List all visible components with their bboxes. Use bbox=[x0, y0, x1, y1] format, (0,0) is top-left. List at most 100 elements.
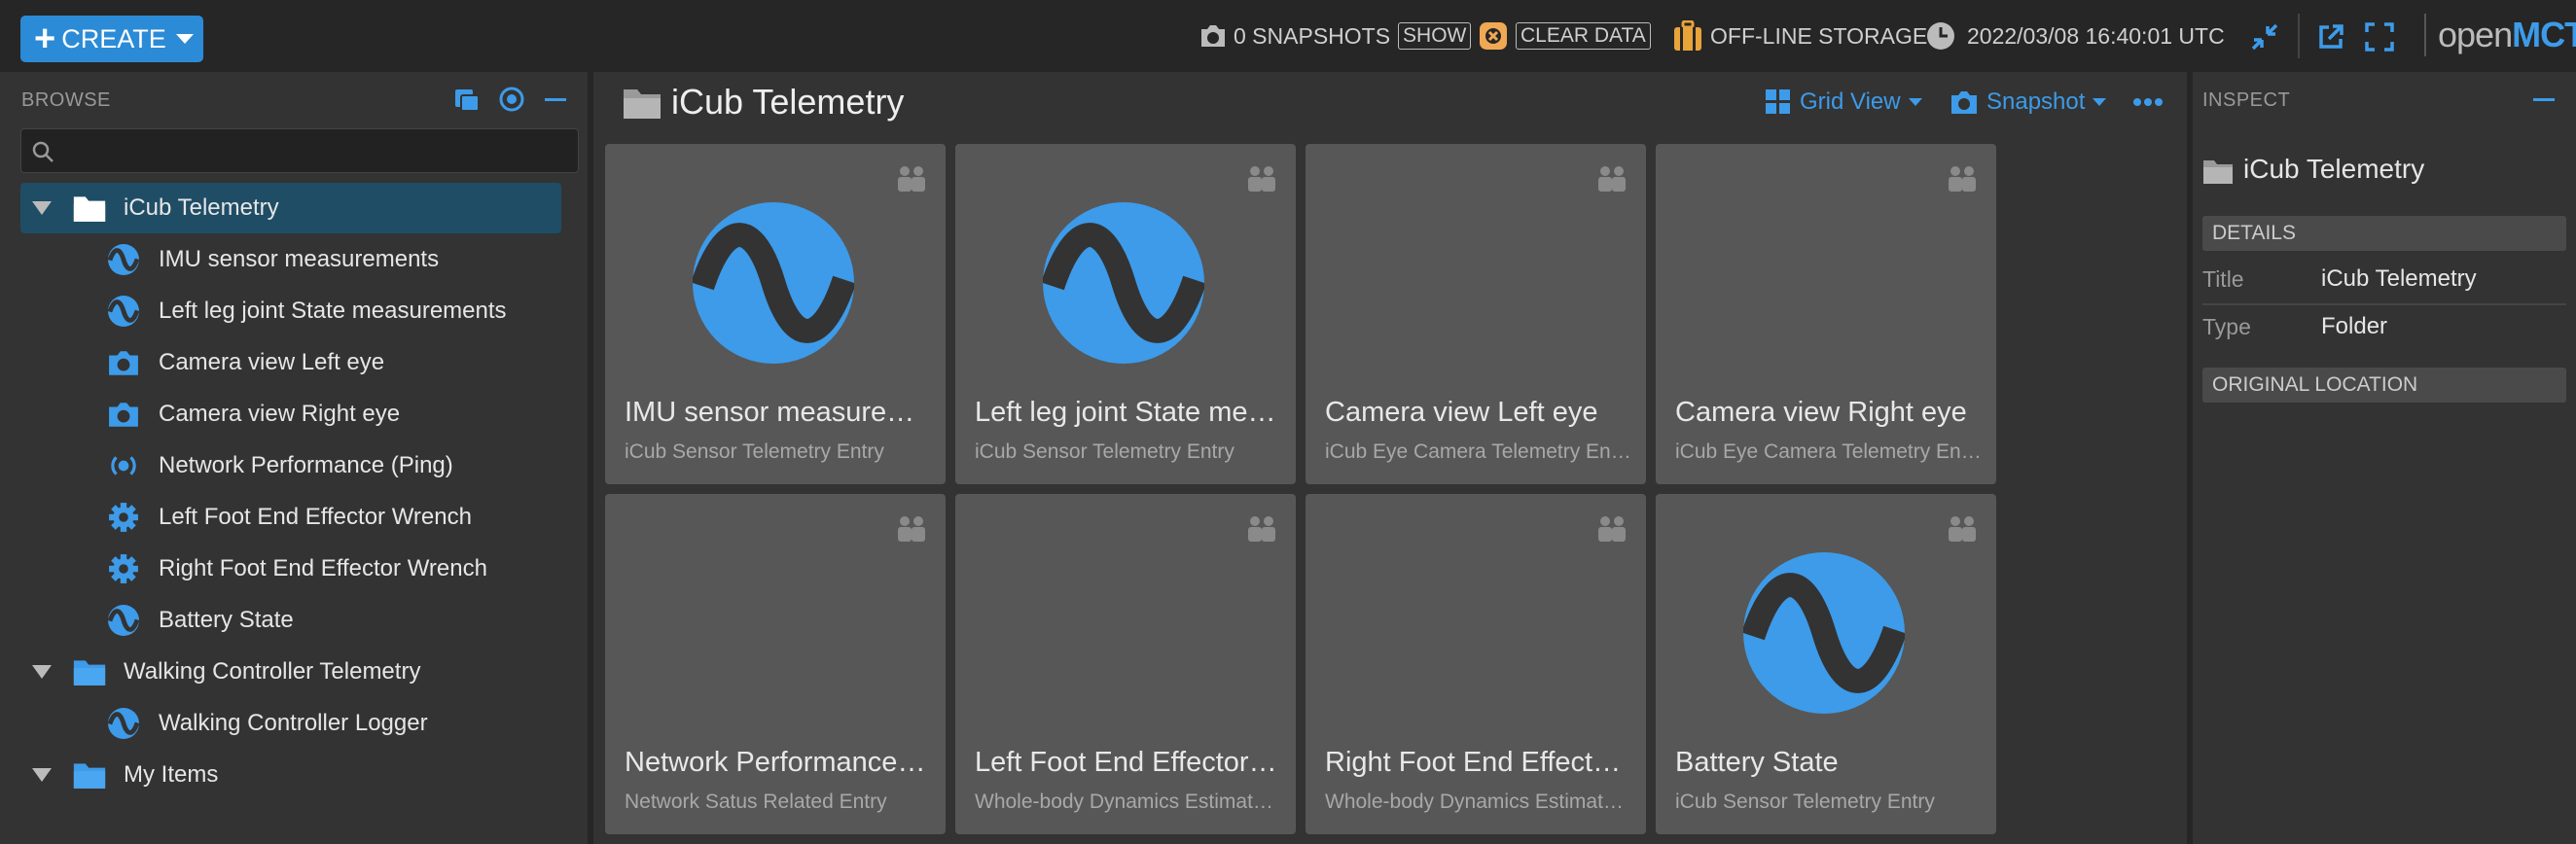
tree-item-label: iCub Telemetry bbox=[124, 194, 279, 221]
shared-users-icon bbox=[1595, 165, 1628, 197]
shared-users-icon bbox=[1595, 515, 1628, 547]
chevron-down-icon bbox=[175, 34, 194, 44]
logo-open-text: open bbox=[2438, 15, 2513, 54]
camera-icon bbox=[1951, 91, 1977, 114]
folder-icon bbox=[73, 193, 106, 224]
snapshots-count: 0 SNAPSHOTS bbox=[1234, 22, 1391, 49]
view-switcher-label: Grid View bbox=[1800, 88, 1901, 115]
offline-storage-label: OFF-LINE STORAGE bbox=[1710, 22, 1928, 49]
original-location-section-header[interactable]: ORIGINAL LOCATION bbox=[2202, 368, 2566, 403]
grid-icon bbox=[1766, 89, 1790, 114]
expand-toggle-icon[interactable] bbox=[32, 665, 52, 679]
tree-item[interactable]: My Items bbox=[20, 750, 561, 800]
create-button[interactable]: + CREATE bbox=[20, 16, 203, 62]
search-icon bbox=[32, 141, 54, 162]
telemetry-icon bbox=[108, 296, 139, 327]
new-window-icon[interactable] bbox=[2315, 21, 2346, 53]
clear-data-button[interactable]: CLEAR DATA bbox=[1516, 22, 1651, 50]
folder-icon bbox=[624, 89, 661, 119]
tree-item-label: Camera view Left eye bbox=[159, 349, 385, 375]
network-icon bbox=[108, 450, 139, 481]
tree-item-label: Walking Controller Telemetry bbox=[124, 658, 421, 685]
snapshot-label: Snapshot bbox=[1986, 88, 2086, 115]
target-icon[interactable] bbox=[498, 86, 525, 113]
shared-users-icon bbox=[1946, 515, 1979, 547]
browse-pane: BROWSE iCub Telemetry IMU sensor measurem… bbox=[0, 72, 588, 844]
tree-item-label: My Items bbox=[124, 761, 219, 788]
telemetry-icon bbox=[691, 202, 856, 369]
inspector-pane: INSPECT iCub Telemetry DETAILS Title iCu… bbox=[2187, 72, 2576, 844]
tree-item-label: Right Foot End Effector Wrench bbox=[159, 555, 487, 581]
grid-item-name: Battery State bbox=[1675, 747, 1839, 778]
grid-item-card[interactable]: Right Foot End Effector Wrench Whole-body… bbox=[1306, 494, 1646, 834]
grid-item-name: Left Foot End Effector Wrench bbox=[975, 747, 1281, 778]
tree-item[interactable]: Left leg joint State measurements bbox=[20, 286, 561, 336]
gear-icon bbox=[108, 502, 139, 533]
shared-users-icon bbox=[1946, 165, 1979, 197]
tree-item[interactable]: Right Foot End Effector Wrench bbox=[20, 544, 561, 594]
snapshots-indicator: 0 SNAPSHOTS SHOW bbox=[1199, 0, 1472, 72]
new-tab-icon[interactable] bbox=[453, 86, 481, 113]
main-view: iCub Telemetry Grid View Snapshot IMU se… bbox=[593, 72, 2181, 844]
grid-item-name: Left leg joint State measurements bbox=[975, 397, 1281, 428]
title-property-value: iCub Telemetry bbox=[2321, 265, 2477, 292]
tree-item[interactable]: iCub Telemetry bbox=[20, 183, 561, 233]
create-button-label: CREATE bbox=[61, 23, 166, 53]
tree-item[interactable]: IMU sensor measurements bbox=[20, 234, 561, 285]
collapse-pane-icon[interactable] bbox=[2533, 98, 2555, 101]
shared-users-icon bbox=[1245, 165, 1278, 197]
details-section-header[interactable]: DETAILS bbox=[2202, 216, 2566, 251]
search-box[interactable] bbox=[20, 128, 579, 173]
collapse-pane-icon[interactable] bbox=[545, 98, 566, 101]
plus-icon: + bbox=[34, 18, 56, 59]
tree-item[interactable]: Walking Controller Telemetry bbox=[20, 647, 561, 697]
snapshot-button[interactable]: Snapshot bbox=[1950, 82, 2107, 123]
shared-users-icon bbox=[895, 165, 928, 197]
grid-item-card[interactable]: IMU sensor measurements iCub Sensor Telem… bbox=[605, 144, 946, 484]
grid-item-card[interactable]: Camera view Left eye iCub Eye Camera Tele… bbox=[1306, 144, 1646, 484]
type-property-value: Folder bbox=[2321, 313, 2388, 339]
grid-item-name: Network Performance (Ping) bbox=[625, 747, 931, 778]
fullscreen-icon[interactable] bbox=[2364, 21, 2395, 53]
grid-item-type: iCub Sensor Telemetry Entry bbox=[975, 440, 1234, 463]
grid-item-card[interactable]: Camera view Right eye iCub Eye Camera Tel… bbox=[1656, 144, 1996, 484]
storage-icon bbox=[1674, 20, 1701, 51]
tree-item[interactable]: Left Foot End Effector Wrench bbox=[20, 492, 561, 543]
tree-item-label: IMU sensor measurements bbox=[159, 246, 440, 272]
clock-icon bbox=[1927, 22, 1954, 50]
grid-item-card[interactable]: Left Foot End Effector Wrench Whole-body … bbox=[955, 494, 1296, 834]
telemetry-icon bbox=[1741, 552, 1907, 719]
tree-item[interactable]: Network Performance (Ping) bbox=[20, 440, 561, 491]
grid-item-type: Whole-body Dynamics Estimator Entry bbox=[975, 791, 1281, 813]
telemetry-icon bbox=[108, 708, 139, 739]
grid-item-card[interactable]: Left leg joint State measurements iCub Se… bbox=[955, 144, 1296, 484]
expand-toggle-icon[interactable] bbox=[32, 768, 52, 782]
grid-item-card[interactable]: Network Performance (Ping) Network Satus … bbox=[605, 494, 946, 834]
grid-item-name: Camera view Right eye bbox=[1675, 397, 1967, 428]
view-switcher-button[interactable]: Grid View bbox=[1765, 82, 1922, 123]
top-bar: + CREATE 0 SNAPSHOTS SHOW CLEAR DATA OFF… bbox=[0, 0, 2576, 72]
property-divider bbox=[2202, 303, 2566, 305]
divider bbox=[2298, 14, 2300, 58]
shared-users-icon bbox=[1245, 515, 1278, 547]
tree-item[interactable]: Camera view Left eye bbox=[20, 337, 561, 388]
tree-item[interactable]: Battery State bbox=[20, 595, 561, 646]
camera-icon bbox=[1201, 25, 1225, 47]
grid-item-name: Right Foot End Effector Wrench bbox=[1325, 747, 1631, 778]
offline-storage-indicator[interactable]: OFF-LINE STORAGE bbox=[1673, 0, 1927, 72]
expand-toggle-icon[interactable] bbox=[32, 201, 52, 215]
tree-item[interactable]: Camera view Right eye bbox=[20, 389, 561, 440]
collapse-panes-icon[interactable] bbox=[2249, 21, 2280, 53]
grid-item-card[interactable]: Battery State iCub Sensor Telemetry Entry bbox=[1656, 494, 1996, 834]
grid-item-type: iCub Sensor Telemetry Entry bbox=[625, 440, 884, 463]
tree-item-label: Left leg joint State measurements bbox=[159, 298, 507, 324]
chevron-down-icon bbox=[2093, 98, 2107, 106]
grid-item-type: iCub Eye Camera Telemetry Entry bbox=[1325, 440, 1631, 463]
more-options-icon[interactable] bbox=[2132, 95, 2164, 109]
clear-data-icon[interactable] bbox=[1479, 21, 1508, 51]
main-title: iCub Telemetry bbox=[671, 82, 905, 122]
show-snapshots-button[interactable]: SHOW bbox=[1398, 22, 1472, 50]
folder-icon bbox=[73, 657, 106, 687]
tree-item[interactable]: Walking Controller Logger bbox=[20, 698, 561, 749]
search-input[interactable] bbox=[64, 129, 570, 171]
